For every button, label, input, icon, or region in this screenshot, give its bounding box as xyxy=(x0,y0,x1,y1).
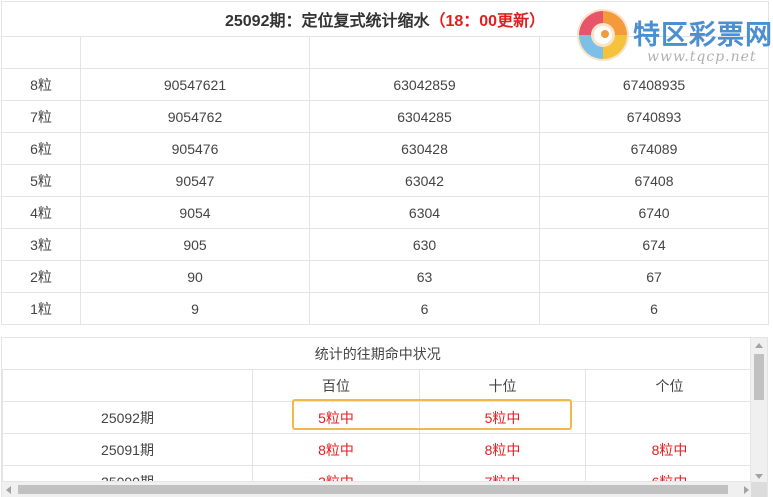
hundreds-value: 905476 xyxy=(80,132,310,165)
table-row: 2粒 90 63 67 xyxy=(1,260,770,293)
tens-hit: 8粒中 xyxy=(419,433,586,466)
logo-name: 特区彩票网 xyxy=(633,20,773,51)
table-row: 4粒 9054 6304 6740 xyxy=(1,196,770,229)
page: 25092期：定位复式统计缩水（18：00更新） 8粒 90547621 630… xyxy=(0,0,773,497)
horizontal-scrollbar[interactable] xyxy=(2,481,753,497)
scrollbar-corner xyxy=(751,482,767,497)
scroll-left-arrow-icon[interactable] xyxy=(6,486,11,494)
hundreds-value: 9054 xyxy=(80,196,310,229)
units-value: 674089 xyxy=(538,132,770,165)
units-value: 6 xyxy=(538,292,770,325)
units-value: 674 xyxy=(538,228,770,261)
table-row: 3粒 905 630 674 xyxy=(1,228,770,261)
tens-value: 6 xyxy=(309,292,540,325)
tens-value: 630 xyxy=(309,228,540,261)
column-header-row: 百位 十位 个位 xyxy=(2,369,754,402)
scroll-right-arrow-icon[interactable] xyxy=(744,486,749,494)
title-main: 25092期：定位复式统计缩水 xyxy=(224,13,430,30)
horizontal-scroll-thumb[interactable] xyxy=(18,485,728,494)
units-value: 6740893 xyxy=(538,100,770,133)
hundreds-value: 9 xyxy=(80,292,310,325)
tens-value: 63042859 xyxy=(309,68,540,101)
period-cell: 25091期 xyxy=(2,433,253,466)
hundreds-value: 905 xyxy=(80,228,310,261)
table-row: 8粒 90547621 63042859 67408935 xyxy=(1,68,770,101)
period-cell: 25092期 xyxy=(2,401,253,434)
vertical-scroll-thumb[interactable] xyxy=(754,354,764,400)
units-hit xyxy=(585,401,754,434)
tens-value: 63 xyxy=(309,260,540,293)
column-header-units: 个位 xyxy=(585,369,754,402)
swirl-logo-icon xyxy=(577,9,629,61)
table-row: 6粒 905476 630428 674089 xyxy=(1,132,770,165)
units-hit: 8粒中 xyxy=(585,433,754,466)
row-label: 6粒 xyxy=(1,132,81,165)
title-update-time: （18：00更新） xyxy=(429,13,546,30)
row-label: 2粒 xyxy=(1,260,81,293)
row-label: 1粒 xyxy=(1,292,81,325)
blank-header-cell xyxy=(309,36,540,69)
blank-header-cell xyxy=(1,36,81,69)
scroll-up-arrow-icon[interactable] xyxy=(755,343,763,348)
units-value: 67408935 xyxy=(538,68,770,101)
units-value: 67408 xyxy=(538,164,770,197)
blank-header-cell xyxy=(80,36,310,69)
stats-caption: 统计的往期命中状况 xyxy=(2,338,754,370)
column-header-blank xyxy=(2,369,253,402)
row-label: 3粒 xyxy=(1,228,81,261)
scroll-down-arrow-icon[interactable] xyxy=(755,474,763,479)
caption-row: 统计的往期命中状况 xyxy=(2,338,754,370)
row-label: 7粒 xyxy=(1,100,81,133)
hundreds-value: 90547621 xyxy=(80,68,310,101)
table-row: 7粒 9054762 6304285 6740893 xyxy=(1,100,770,133)
hit-stats-panel: 统计的往期命中状况 百位 十位 个位 25092期 5粒中 5粒中 25091期… xyxy=(1,337,768,497)
hundreds-value: 90547 xyxy=(80,164,310,197)
column-header-hundreds: 百位 xyxy=(252,369,420,402)
units-value: 6740 xyxy=(538,196,770,229)
hundreds-value: 9054762 xyxy=(80,100,310,133)
tens-value: 6304 xyxy=(309,196,540,229)
tens-value: 63042 xyxy=(309,164,540,197)
site-logo[interactable]: 特区彩票网 www.tqcp.net xyxy=(575,3,773,73)
table-row: 25091期 8粒中 8粒中 8粒中 xyxy=(2,433,754,466)
row-label: 5粒 xyxy=(1,164,81,197)
vertical-scrollbar[interactable] xyxy=(750,338,767,483)
units-value: 67 xyxy=(538,260,770,293)
hundreds-hit: 8粒中 xyxy=(252,433,420,466)
column-header-tens: 十位 xyxy=(419,369,586,402)
current-period-highlight xyxy=(292,399,572,430)
row-label: 4粒 xyxy=(1,196,81,229)
row-label: 8粒 xyxy=(1,68,81,101)
table-row: 5粒 90547 63042 67408 xyxy=(1,164,770,197)
table-row: 1粒 9 6 6 xyxy=(1,292,770,325)
logo-url: www.tqcp.net xyxy=(647,49,757,65)
tens-value: 6304285 xyxy=(309,100,540,133)
tens-value: 630428 xyxy=(309,132,540,165)
hundreds-value: 90 xyxy=(80,260,310,293)
